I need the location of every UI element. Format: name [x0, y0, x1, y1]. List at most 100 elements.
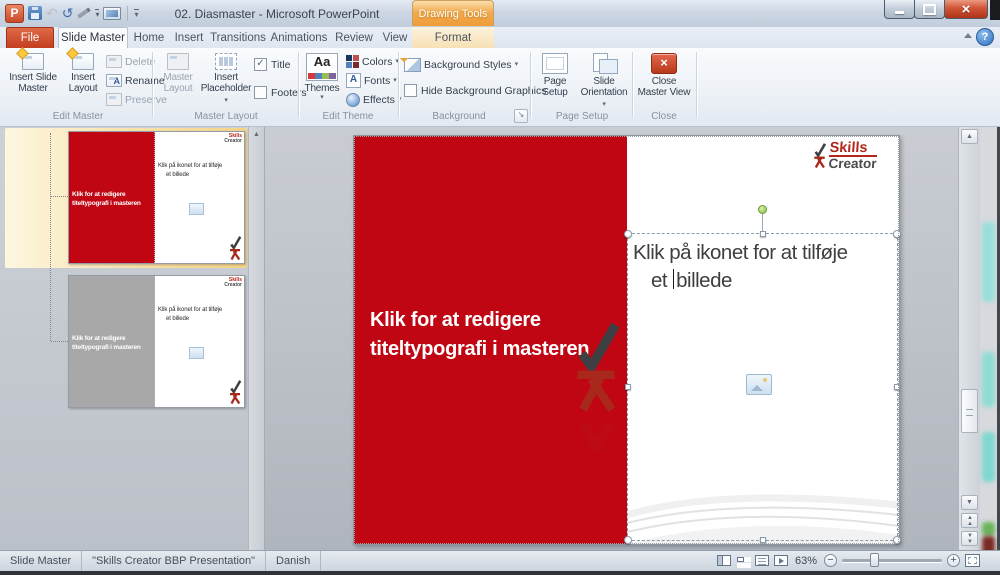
resize-handle-left[interactable] — [625, 384, 631, 390]
resize-handle-top-right[interactable] — [893, 230, 901, 238]
effects-button[interactable]: Effects▾ — [346, 91, 401, 108]
resize-handle-top[interactable] — [760, 231, 766, 237]
thumbnail-title-panel: Klik for at redigere titeltypografi i ma… — [69, 276, 155, 407]
previous-slide-button[interactable]: ▲▲ — [961, 513, 978, 528]
powerpoint-logo-icon[interactable]: P — [5, 4, 24, 23]
slide-orientation-button[interactable]: Slide Orientation ▾ — [578, 51, 630, 111]
insert-picture-icon[interactable] — [746, 374, 772, 395]
normal-view-icon[interactable] — [717, 555, 731, 566]
tab-file[interactable]: File — [6, 27, 54, 48]
page-setup-icon — [542, 53, 568, 74]
resize-handle-bottom[interactable] — [760, 537, 766, 543]
resize-handle-top-left[interactable] — [624, 230, 632, 238]
themes-button[interactable]: Aa Themes ▾ — [302, 51, 342, 111]
window-title: 02. Diasmaster - Microsoft PowerPoint — [127, 7, 427, 21]
status-view-name[interactable]: Slide Master — [0, 551, 82, 571]
zoom-slider-thumb[interactable] — [870, 553, 879, 567]
zoom-in-icon[interactable]: + — [947, 554, 960, 567]
thumbnail-logo: SkillsCreator — [224, 278, 242, 288]
delete-icon — [106, 55, 122, 68]
tab-insert[interactable]: Insert — [170, 27, 208, 48]
resize-handle-bottom-left[interactable] — [624, 536, 632, 544]
page-setup-button[interactable]: Page Setup — [534, 51, 576, 111]
rotation-handle[interactable] — [758, 205, 767, 214]
delete-button: Delete — [106, 53, 155, 70]
background-dialog-launcher-icon[interactable]: ↘ — [514, 109, 528, 123]
minimize-button[interactable] — [884, 0, 915, 19]
text-cursor — [673, 269, 674, 289]
scroll-up-icon[interactable]: ▲ — [961, 129, 978, 144]
tab-view[interactable]: View — [378, 27, 412, 48]
title-checkbox[interactable]: ✓ — [254, 58, 267, 71]
background-styles-button[interactable]: Background Styles▾ — [404, 56, 518, 73]
master-layout-button: Master Layout — [156, 51, 200, 111]
scroll-up-icon[interactable]: ▲ — [251, 129, 262, 140]
next-slide-button[interactable]: ▼▼ — [961, 531, 978, 546]
tab-format[interactable]: Format — [412, 27, 494, 48]
slides-thumbnail-pane: Klik for at redigere titeltypografi i ma… — [0, 127, 264, 550]
thumbnail-logo-mark-icon — [228, 235, 242, 260]
thumbnail-pane-scrollbar[interactable]: ▲ — [248, 127, 265, 550]
resize-handle-bottom-right[interactable] — [893, 536, 901, 544]
scroll-down-icon[interactable]: ▼ — [961, 495, 978, 510]
slide-show-view-icon[interactable] — [774, 555, 788, 566]
status-language[interactable]: Danish — [266, 551, 321, 571]
hide-background-graphics-checkbox[interactable] — [404, 84, 417, 97]
rename-icon: A — [106, 74, 122, 87]
tab-slide-master[interactable]: Slide Master — [58, 27, 128, 48]
picture-placeholder[interactable]: Klik på ikonet for at tilføje etbillede — [627, 233, 898, 541]
minimize-ribbon-icon[interactable] — [964, 33, 972, 38]
scrollbar-thumb[interactable] — [961, 389, 978, 433]
quick-access-toolbar: P ↶ ↺ ▾ ▾ — [5, 3, 139, 23]
group-label-background: Background — [404, 111, 514, 122]
slide-master-thumbnail[interactable]: Klik for at redigere titeltypografi i ma… — [68, 131, 245, 264]
pen-dropdown-icon[interactable]: ▾ — [95, 9, 99, 18]
zoom-slider[interactable] — [842, 559, 942, 562]
reading-view-icon[interactable] — [755, 555, 769, 566]
slide[interactable]: Klik for at redigere titeltypografi i ma… — [353, 135, 900, 545]
fonts-button[interactable]: A Fonts▾ — [346, 72, 397, 89]
zoom-level[interactable]: 63% — [795, 555, 817, 567]
redo-icon[interactable]: ↺ — [62, 6, 74, 20]
insert-placeholder-button[interactable]: Insert Placeholder ▾ — [200, 51, 252, 111]
zoom-out-icon[interactable]: − — [824, 554, 837, 567]
tab-animations[interactable]: Animations — [268, 27, 330, 48]
effects-icon — [346, 93, 360, 107]
vertical-scrollbar[interactable]: ▲ ▼ ▲▲ ▼▼ — [958, 127, 980, 550]
background-window-strip — [980, 127, 1000, 550]
title-checkbox-row[interactable]: ✓ Title — [254, 58, 290, 71]
footers-checkbox[interactable] — [254, 86, 267, 99]
slide-orientation-icon — [591, 53, 617, 74]
thumbnail-title-panel: Klik for at redigere titeltypografi i ma… — [69, 132, 155, 263]
close-master-view-icon: × — [651, 53, 677, 74]
fonts-icon: A — [346, 73, 361, 88]
thumbnail-title-text: Klik for at redigere titeltypografi i ma… — [72, 334, 156, 352]
resize-handle-right[interactable] — [894, 384, 900, 390]
maximize-button[interactable] — [914, 0, 945, 19]
tab-transitions[interactable]: Transitions — [208, 27, 268, 48]
colors-button[interactable]: Colors▾ — [346, 53, 399, 70]
pen-icon[interactable] — [78, 7, 92, 18]
slideshow-icon[interactable] — [103, 7, 121, 20]
save-icon[interactable] — [28, 6, 42, 20]
slide-layout-thumbnail[interactable]: Klik for at redigere titeltypografi i ma… — [68, 275, 245, 408]
background-styles-icon — [404, 58, 421, 72]
close-master-view-button[interactable]: × Close Master View — [636, 51, 692, 111]
undo-icon: ↶ — [46, 6, 58, 20]
window-controls: × — [885, 0, 988, 19]
screen-corner — [990, 0, 1000, 20]
thumbnail-title-text: Klik for at redigere titeltypografi i ma… — [72, 190, 156, 208]
hide-background-graphics-row[interactable]: Hide Background Graphics — [404, 84, 546, 97]
help-icon[interactable]: ? — [976, 28, 994, 46]
status-bar-right: 63% − + — [717, 550, 980, 571]
insert-layout-button[interactable]: Insert Layout — [62, 51, 104, 111]
group-label-edit-theme: Edit Theme — [302, 111, 394, 122]
fit-slide-to-window-icon[interactable] — [965, 554, 980, 567]
status-theme-name[interactable]: "Skills Creator BBP Presentation" — [82, 551, 266, 571]
logo-mark-large — [570, 314, 622, 421]
slide-sorter-view-icon[interactable] — [736, 555, 750, 566]
close-button[interactable]: × — [944, 0, 988, 19]
tab-home[interactable]: Home — [130, 27, 168, 48]
tab-review[interactable]: Review — [332, 27, 376, 48]
insert-slide-master-button[interactable]: Insert Slide Master — [6, 51, 60, 111]
